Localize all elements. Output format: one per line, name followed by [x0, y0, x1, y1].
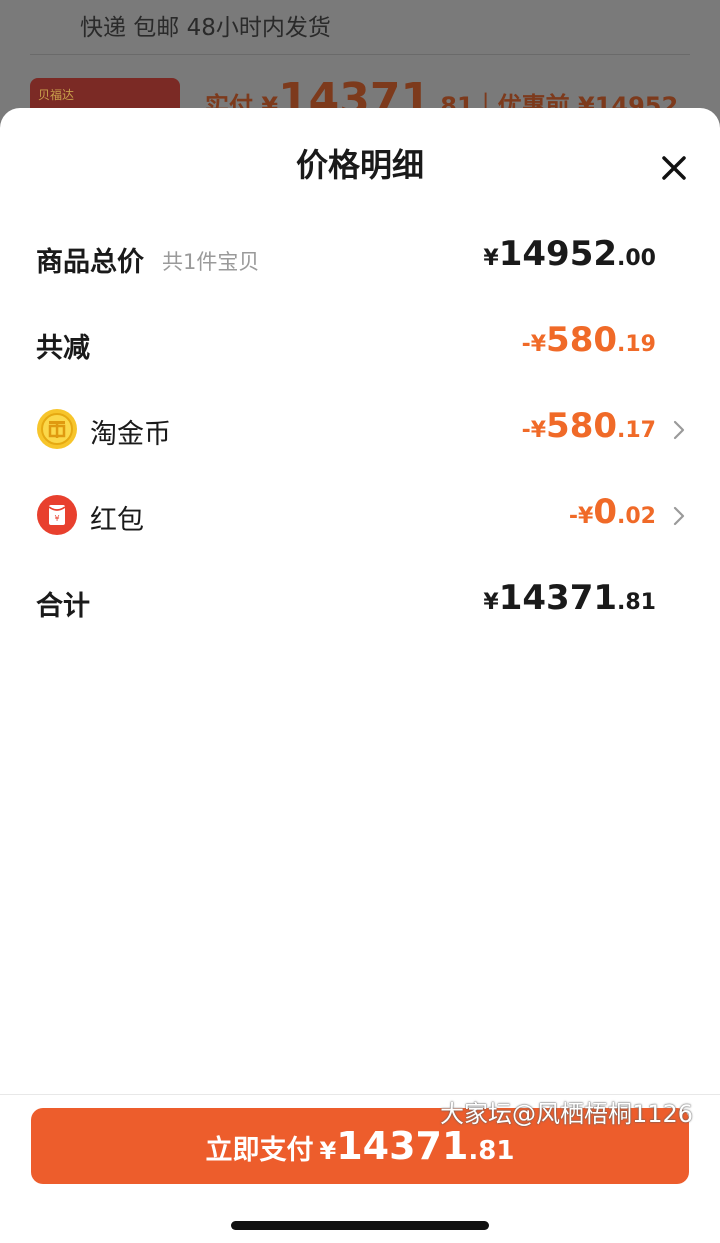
chevron-right-icon — [673, 506, 685, 526]
total-price-amount: ¥14952.00 — [483, 234, 656, 274]
taojinbi-label: 淘金币 — [90, 419, 171, 450]
watermark: 大家坛@风栖梧桐1126 — [440, 1100, 694, 1128]
close-icon — [662, 156, 686, 180]
taojinbi-amount: -¥580.17 — [522, 406, 656, 446]
divider — [30, 54, 690, 55]
price-detail-sheet: 价格明细 商品总价 共1件宝贝 ¥14952.00 共减 -¥580.19 淘金… — [0, 108, 720, 1243]
sum-amount: ¥14371.81 — [483, 578, 656, 618]
amount-int: 14371 — [498, 578, 618, 618]
shipping-info: 快递 包邮 48小时内发货 — [80, 15, 331, 41]
currency: -¥ — [568, 504, 594, 529]
pay-amount-dec: .81 — [468, 1136, 515, 1166]
close-button[interactable] — [654, 148, 694, 188]
discount-amount: -¥580.19 — [522, 320, 656, 360]
amount-int: 0 — [593, 492, 618, 532]
currency: -¥ — [521, 418, 547, 443]
red-packet-amount: -¥0.02 — [569, 492, 656, 532]
currency: ¥ — [483, 246, 499, 271]
currency: -¥ — [521, 332, 547, 357]
amount-dec: .02 — [617, 504, 656, 529]
svg-text:¥: ¥ — [54, 514, 59, 523]
gold-coin-icon — [37, 409, 77, 449]
row-sum: 合计 ¥14371.81 — [36, 578, 686, 626]
item-count: 共1件宝贝 — [162, 250, 260, 274]
sheet-title: 价格明细 — [295, 146, 424, 184]
amount-dec: .17 — [617, 418, 656, 443]
row-taojinbi[interactable]: 淘金币 -¥580.17 — [36, 406, 686, 454]
row-total-price: 商品总价 共1件宝贝 ¥14952.00 — [36, 234, 686, 282]
pay-button-label: 立即支付 — [205, 1135, 314, 1166]
home-indicator[interactable] — [231, 1221, 489, 1230]
amount-int: 580 — [546, 406, 618, 446]
chevron-right-icon — [673, 420, 685, 440]
amount-int: 14952 — [498, 234, 618, 274]
red-packet-icon: ¥ — [37, 495, 77, 535]
pay-amount-int: 14371 — [336, 1124, 469, 1168]
total-price-label: 商品总价 — [36, 247, 144, 278]
amount-dec: .81 — [617, 590, 656, 615]
row-discount: 共减 -¥580.19 — [36, 320, 686, 368]
row-red-packet[interactable]: ¥ 红包 -¥0.02 — [36, 492, 686, 540]
sum-label: 合计 — [36, 591, 90, 622]
discount-label: 共减 — [36, 333, 90, 364]
pay-currency: ¥ — [319, 1137, 337, 1165]
amount-dec: .19 — [617, 332, 656, 357]
amount-dec: .00 — [617, 246, 656, 271]
amount-int: 580 — [546, 320, 618, 360]
red-packet-label: 红包 — [90, 505, 144, 536]
currency: ¥ — [483, 590, 499, 615]
thumbnail-label: 贝福达 — [38, 88, 75, 102]
